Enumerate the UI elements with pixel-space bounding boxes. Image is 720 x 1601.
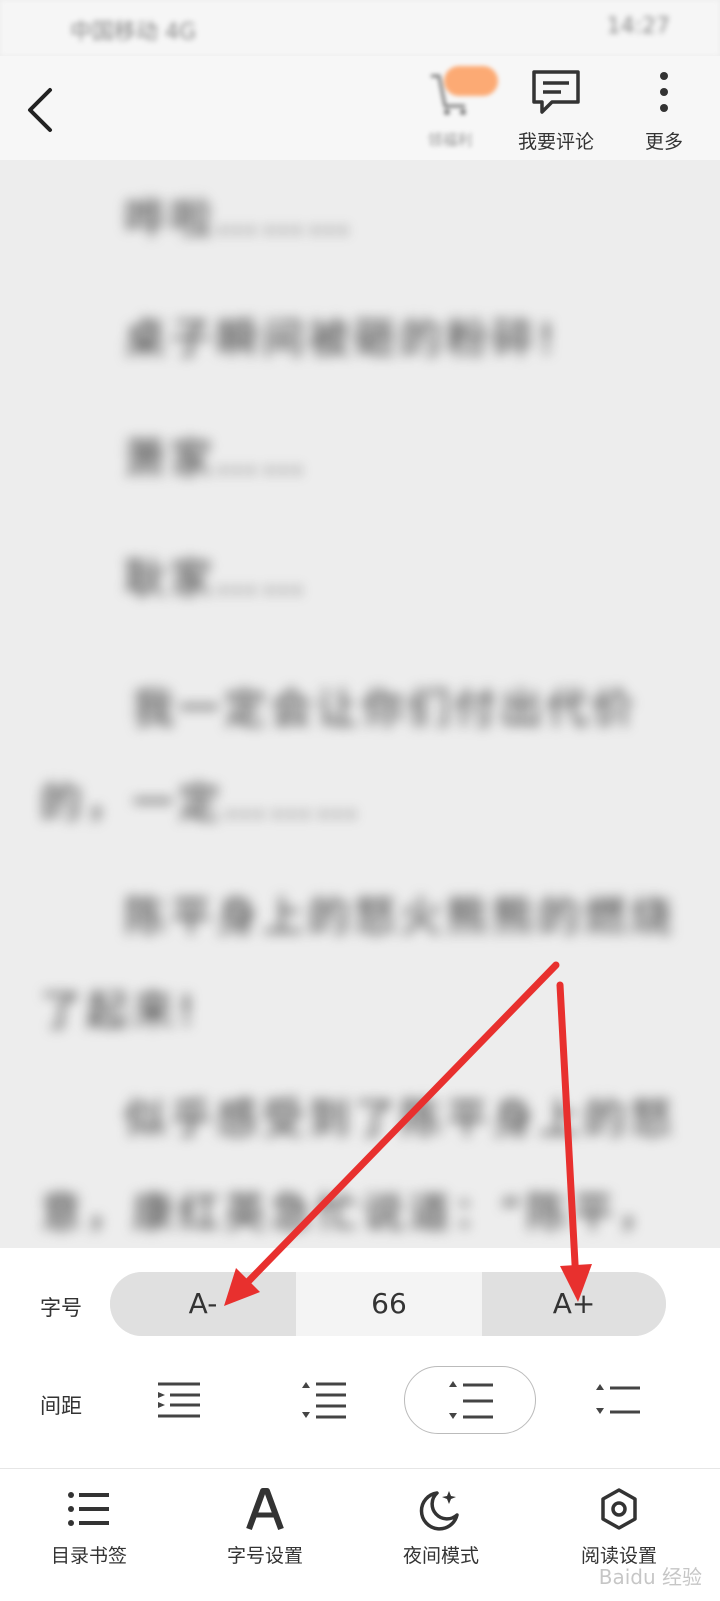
more-label: 更多: [644, 131, 683, 153]
font-a-icon: [246, 1488, 284, 1531]
gift-label: 领福利: [427, 131, 473, 149]
settings-hex-icon: [601, 1488, 637, 1530]
more-button[interactable]: 更多: [624, 68, 704, 154]
font-size-value: 66: [296, 1272, 482, 1336]
clock-text: 14:27: [606, 14, 670, 39]
font-size-control: A- 66 A+: [110, 1272, 666, 1336]
spacing-option-normal[interactable]: [258, 1366, 390, 1434]
chevron-left-icon: [28, 88, 52, 132]
carrier-text: 中国移动 4G: [70, 20, 197, 45]
reading-area[interactable]: 哗啦……… 桌子瞬间被砸的粉碎! 萧家…… 耿家…… 我一定会让你们付出代价的，…: [0, 160, 720, 1248]
spacing-option-medium[interactable]: [404, 1366, 536, 1434]
spacing-option-tight[interactable]: [112, 1366, 244, 1434]
line-spacing-loose-icon: [596, 1384, 640, 1414]
font-size-label: 字号: [40, 1296, 82, 1320]
paragraph: 耿家……: [124, 554, 309, 603]
back-button[interactable]: [22, 82, 72, 138]
tab-label: 字号设置: [226, 1545, 303, 1567]
paragraph: 似乎感受到了陈平身上的怒意，康红英急忙说道：“陈平，: [40, 1094, 677, 1237]
font-increase-button[interactable]: A+: [482, 1272, 666, 1336]
status-bar: 中国移动 4G 14:27: [0, 0, 720, 56]
line-spacing-normal-icon: [302, 1382, 346, 1419]
tab-catalog-bookmarks[interactable]: 目录书签: [14, 1481, 164, 1568]
paragraph: 萧家……: [124, 434, 309, 483]
tab-reading-settings[interactable]: 阅读设置: [544, 1481, 694, 1568]
paragraph: 我一定会让你们付出代价的，一定………: [40, 684, 639, 827]
font-decrease-button[interactable]: A-: [110, 1272, 296, 1336]
tab-label: 夜间模式: [402, 1545, 479, 1567]
line-spacing-tight-icon: [158, 1382, 200, 1418]
font-settings-panel: 字号 A- 66 A+ 间距: [0, 1248, 720, 1468]
comment-icon: [532, 70, 580, 114]
watermark: Baidu 经验: [598, 1565, 702, 1589]
spacing-label: 间距: [40, 1394, 82, 1418]
spacing-option-loose[interactable]: [552, 1366, 684, 1434]
more-vertical-icon: [660, 72, 668, 112]
list-icon: [68, 1492, 109, 1526]
paragraph: 桌子瞬间被砸的粉碎!: [124, 314, 559, 363]
tab-night-mode[interactable]: 夜间模式: [366, 1481, 516, 1568]
paragraph: 哗啦………: [124, 194, 355, 243]
tab-font-settings[interactable]: 字号设置: [190, 1481, 340, 1568]
gift-badge: [444, 66, 498, 96]
paragraph: 陈平身上的怒火熊熊的燃烧了起来!: [40, 892, 677, 1035]
line-spacing-medium-icon: [449, 1381, 493, 1419]
comment-button[interactable]: 我要评论: [516, 68, 596, 154]
tab-label: 目录书签: [50, 1545, 127, 1567]
moon-icon: [419, 1491, 459, 1531]
top-bar: 领福利 我要评论 更多: [0, 56, 720, 160]
gift-button[interactable]: 领福利: [410, 66, 498, 150]
comment-label: 我要评论: [517, 131, 594, 153]
